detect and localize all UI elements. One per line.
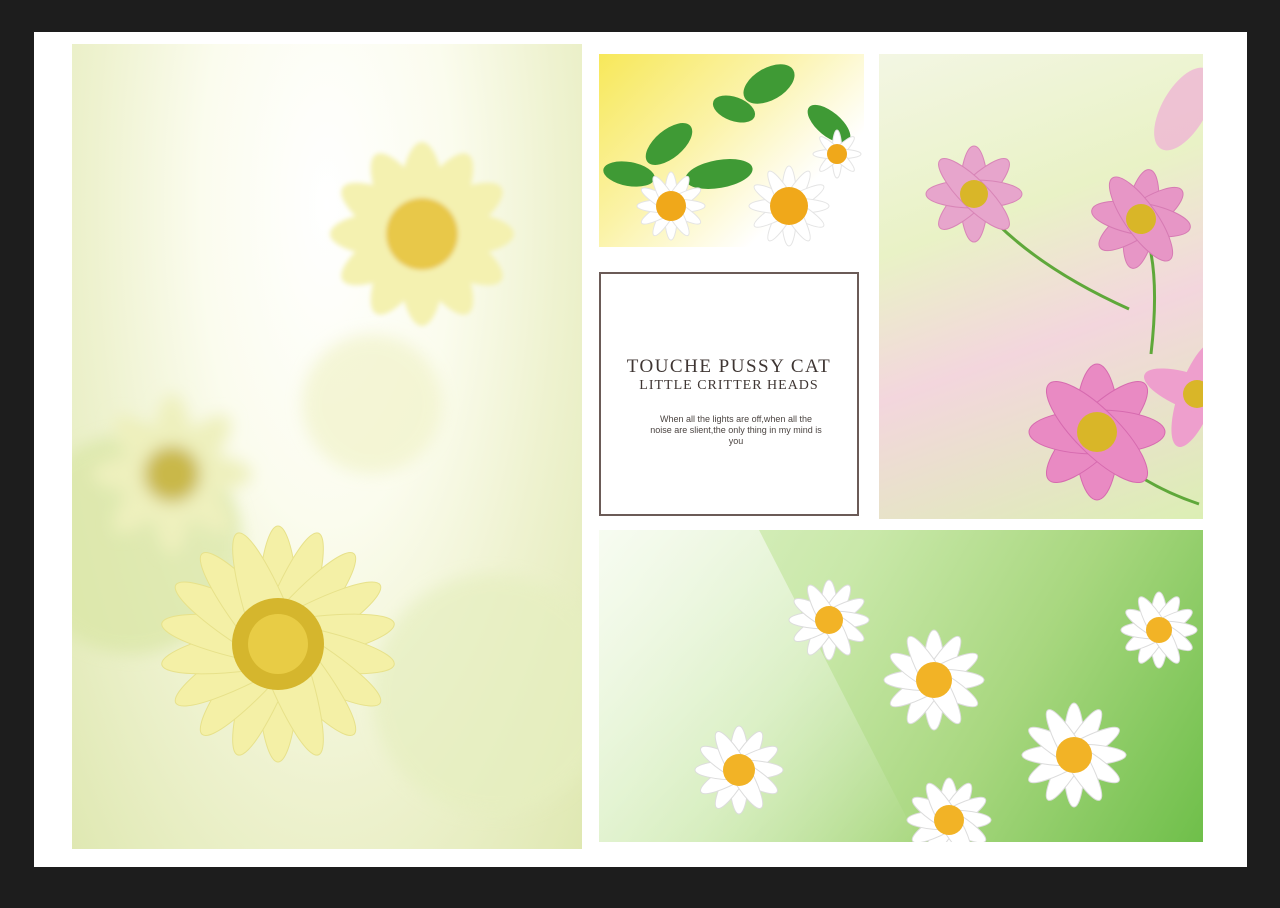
card-subtitle: LITTLE CRITTER HEADS <box>639 378 819 393</box>
daisies-with-leaves-photo <box>599 54 864 247</box>
pink-cosmos-photo <box>879 54 1203 519</box>
card-title: TOUCHE PUSSY CAT <box>626 356 832 377</box>
card-body-text: When all the lights are off,when all the… <box>650 414 822 446</box>
text-card: TOUCHE PUSSY CAT LITTLE CRITTER HEADS Wh… <box>599 272 859 516</box>
yellow-daisies-photo <box>72 44 582 849</box>
white-daisy-meadow-photo <box>599 530 1203 842</box>
